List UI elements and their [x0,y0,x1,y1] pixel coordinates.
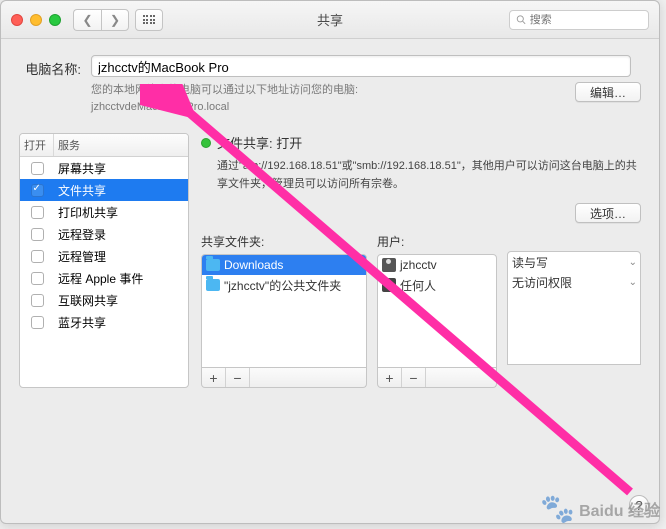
hint-line2: jzhcctvdeMacBook-Pro.local [91,99,358,116]
folders-heading: 共享文件夹: [201,233,367,250]
checkbox-icon[interactable] [31,162,44,175]
services-header: 打开 服务 [20,134,188,157]
add-user-button[interactable]: + [378,368,402,387]
computer-name-row: 电脑名称: [19,55,641,78]
checkbox-icon[interactable] [31,294,44,307]
options-button[interactable]: 选项… [575,203,641,223]
window-title: 共享 [317,10,343,29]
folder-row[interactable]: "jzhcctv"的公共文件夹 [202,275,366,295]
columns: 共享文件夹: Downloads "jzhcctv"的公共文件夹 [201,233,641,388]
user-row[interactable]: 任何人 [378,275,496,295]
perms-heading [507,233,641,247]
checkbox-icon[interactable] [31,272,44,285]
users-toolbar: + − [377,368,497,388]
computer-name-label: 电脑名称: [19,55,81,78]
col-service-header: 服务 [54,134,188,156]
folders-column: 共享文件夹: Downloads "jzhcctv"的公共文件夹 [201,233,367,388]
paw-icon: 🐾 [540,492,575,525]
perm-row[interactable]: 读与写 [508,252,640,272]
computer-name-input[interactable] [91,55,631,77]
detail-pane: 文件共享: 打开 通过"afp://192.168.18.51"或"smb://… [201,133,641,388]
service-internet-sharing[interactable]: 互联网共享 [20,289,188,311]
close-icon[interactable] [11,14,23,26]
watermark: 🐾 Baidu 经验 [540,492,660,525]
hint-text: 您的本地网络上的电脑可以通过以下地址访问您的电脑: jzhcctvdeMacBo… [91,82,358,115]
perm-value: 读与写 [512,254,548,271]
service-remote-apple-events[interactable]: 远程 Apple 事件 [20,267,188,289]
users-heading: 用户: [377,233,497,250]
status-title: 文件共享: 打开 [217,133,302,152]
status-dot-icon [201,138,211,148]
computer-name-hint-row: 您的本地网络上的电脑可以通过以下地址访问您的电脑: jzhcctvdeMacBo… [19,82,641,115]
user-row[interactable]: jzhcctv [378,255,496,275]
search-input[interactable] [530,14,642,26]
folder-name: Downloads [224,258,283,272]
minimize-icon[interactable] [30,14,42,26]
remove-folder-button[interactable]: − [226,368,250,387]
remove-user-button[interactable]: − [402,368,426,387]
folders-listbox[interactable]: Downloads "jzhcctv"的公共文件夹 [201,254,367,368]
content: 电脑名称: 您的本地网络上的电脑可以通过以下地址访问您的电脑: jzhcctvd… [1,39,659,404]
users-column: 用户: jzhcctv 任何人 + [377,233,497,388]
status-row: 文件共享: 打开 [201,133,641,152]
checkbox-icon[interactable] [31,184,44,197]
services-list[interactable]: 打开 服务 屏幕共享 文件共享 打印机共享 远程登录 远程管理 远程 Apple… [19,133,189,388]
service-remote-management[interactable]: 远程管理 [20,245,188,267]
service-file-sharing[interactable]: 文件共享 [20,179,188,201]
user-name: jzhcctv [400,258,437,272]
checkbox-icon[interactable] [31,316,44,329]
group-icon [382,278,396,292]
perm-value: 无访问权限 [512,274,572,291]
service-printer-sharing[interactable]: 打印机共享 [20,201,188,223]
users-listbox[interactable]: jzhcctv 任何人 [377,254,497,368]
lower-panes: 打开 服务 屏幕共享 文件共享 打印机共享 远程登录 远程管理 远程 Apple… [19,133,641,388]
prefs-window: ❮ ❯ 共享 电脑名称: 您的本地网络上的电脑可以通过以下地址访问您的电脑: j… [0,0,660,524]
user-icon [382,258,396,272]
folder-row[interactable]: Downloads [202,255,366,275]
status-description: 通过"afp://192.168.18.51"或"smb://192.168.1… [201,158,641,193]
forward-button[interactable]: ❯ [101,9,129,31]
col-on-header: 打开 [20,134,54,156]
perms-column: 读与写 无访问权限 +− [507,233,641,388]
traffic-lights [11,14,61,26]
folder-name: "jzhcctv"的公共文件夹 [224,277,341,294]
grid-icon [143,15,156,24]
folder-icon [206,259,220,271]
user-name: 任何人 [400,277,436,294]
checkbox-icon[interactable] [31,250,44,263]
perm-row[interactable]: 无访问权限 [508,272,640,292]
titlebar: ❮ ❯ 共享 [1,1,659,39]
perms-listbox[interactable]: 读与写 无访问权限 [507,251,641,365]
nav-buttons: ❮ ❯ [73,9,129,31]
checkbox-icon[interactable] [31,206,44,219]
search-field[interactable] [509,10,649,30]
folder-icon [206,279,220,291]
add-folder-button[interactable]: + [202,368,226,387]
options-row: 选项… [201,203,641,223]
service-bluetooth-sharing[interactable]: 蓝牙共享 [20,311,188,333]
back-button[interactable]: ❮ [73,9,101,31]
service-remote-login[interactable]: 远程登录 [20,223,188,245]
search-icon [516,14,526,25]
show-all-button[interactable] [135,9,163,31]
hint-line1: 您的本地网络上的电脑可以通过以下地址访问您的电脑: [91,82,358,99]
watermark-text: Baidu 经验 [579,497,660,521]
checkbox-icon[interactable] [31,228,44,241]
service-screen-sharing[interactable]: 屏幕共享 [20,157,188,179]
zoom-icon[interactable] [49,14,61,26]
edit-button[interactable]: 编辑… [575,82,641,102]
folders-toolbar: + − [201,368,367,388]
